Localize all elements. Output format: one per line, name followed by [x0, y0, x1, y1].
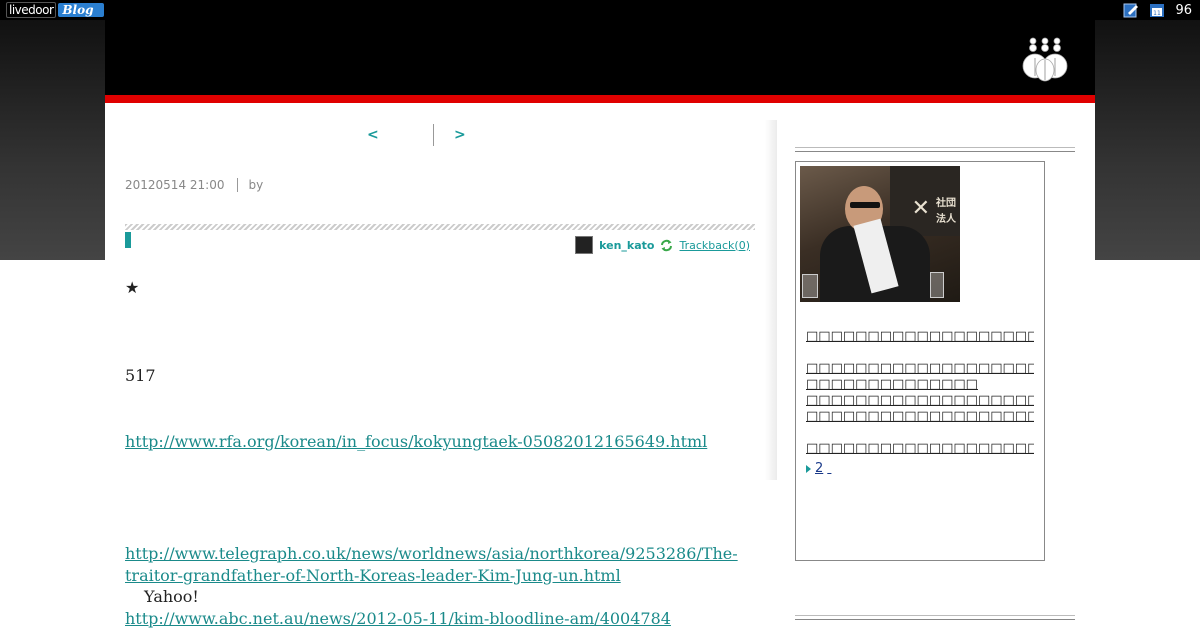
photo-sign-top: 社団	[936, 198, 956, 209]
triangle-right-icon	[806, 464, 811, 473]
photo-sign-bottom: 法人	[936, 214, 956, 225]
livedoor-toolbar: livedoor Blog 11 96	[0, 0, 1200, 20]
prev-article-link[interactable]: <	[367, 127, 433, 143]
profile-more-link[interactable]: 2	[806, 461, 847, 476]
svg-text:11: 11	[1154, 10, 1162, 17]
livedoor-blog-logo[interactable]: livedoor Blog	[6, 1, 104, 19]
article-number: 517	[125, 366, 156, 385]
telegraph-link[interactable]: http://www.telegraph.co.uk/news/worldnew…	[125, 544, 738, 585]
author-name[interactable]: ken_kato	[599, 239, 654, 252]
photo-logo: ✕	[911, 196, 930, 221]
title-hatch-divider	[125, 224, 755, 230]
abc-link[interactable]: http://www.abc.net.au/news/2012-05-11/ki…	[125, 609, 671, 628]
profile-text-line: □□□□□□□□□□□□□□	[806, 377, 978, 392]
author-avatar[interactable]	[575, 236, 594, 254]
profile-more-label: 2	[815, 461, 824, 476]
author-line: ken_kato Trackback(0)	[575, 236, 750, 254]
photo-water-glass-left	[802, 274, 818, 298]
photo-person-glasses	[850, 202, 880, 208]
title-marker	[125, 232, 131, 248]
edit-icon[interactable]	[1123, 2, 1139, 18]
nav-divider	[433, 124, 434, 146]
rfa-link[interactable]: http://www.rfa.org/korean/in_focus/kokyu…	[125, 432, 707, 451]
trackback-link[interactable]: Trackback(0)	[679, 239, 750, 252]
profile-text-line: □□□□□□□□□□□□□□□□□□□□□□□□□□	[806, 393, 1034, 408]
access-count: 96	[1175, 2, 1192, 18]
post-date: 20120514 21:00	[125, 178, 225, 192]
profile-box: ✕ 社団 法人 □□□□□□□□□□□□□□□□□□□□ □□□□□□□□□□□…	[795, 161, 1045, 561]
profile-more-pad	[827, 461, 847, 476]
paulownia-crest-icon	[1022, 37, 1068, 82]
left-background	[0, 20, 105, 260]
blog-header	[105, 20, 1095, 95]
profile-photo[interactable]: ✕ 社団 法人	[800, 166, 960, 302]
next-article-link[interactable]: >	[454, 127, 466, 143]
column-shadow	[765, 120, 777, 480]
toolbar-right: 11 96	[1123, 0, 1192, 20]
meta-divider	[237, 178, 239, 192]
calendar-icon[interactable]: 11	[1149, 2, 1165, 18]
profile-text-line: □□□□□□□□□□□□□□□□□□□□□□□□□□	[806, 441, 1034, 456]
yahoo-text: Yahoo!	[144, 587, 199, 606]
logo-text: livedoor	[6, 2, 57, 18]
by-label: by	[248, 178, 264, 192]
profile-title: □□□□□□□□□□□□□□□□□□□□	[806, 329, 1034, 344]
sidebar-rule-bottom	[795, 615, 1075, 620]
right-background	[1095, 20, 1200, 260]
refresh-icon	[661, 239, 673, 251]
article-nav: < >	[367, 124, 466, 146]
profile-text-line: □□□□□□□□□□□□□□□□□□□□□□□□□□	[806, 409, 1034, 424]
sidebar-rule-top	[795, 147, 1075, 152]
photo-water-glass	[930, 272, 944, 298]
header-red-stripe	[105, 95, 1095, 103]
post-meta: 20120514 21:00 by	[125, 178, 263, 192]
logo-badge: Blog	[58, 3, 104, 17]
profile-text-line: □□□□□□□□□□□□□□□□□□□□□□□□□□	[806, 361, 1034, 376]
star-mark: ★	[125, 278, 140, 297]
